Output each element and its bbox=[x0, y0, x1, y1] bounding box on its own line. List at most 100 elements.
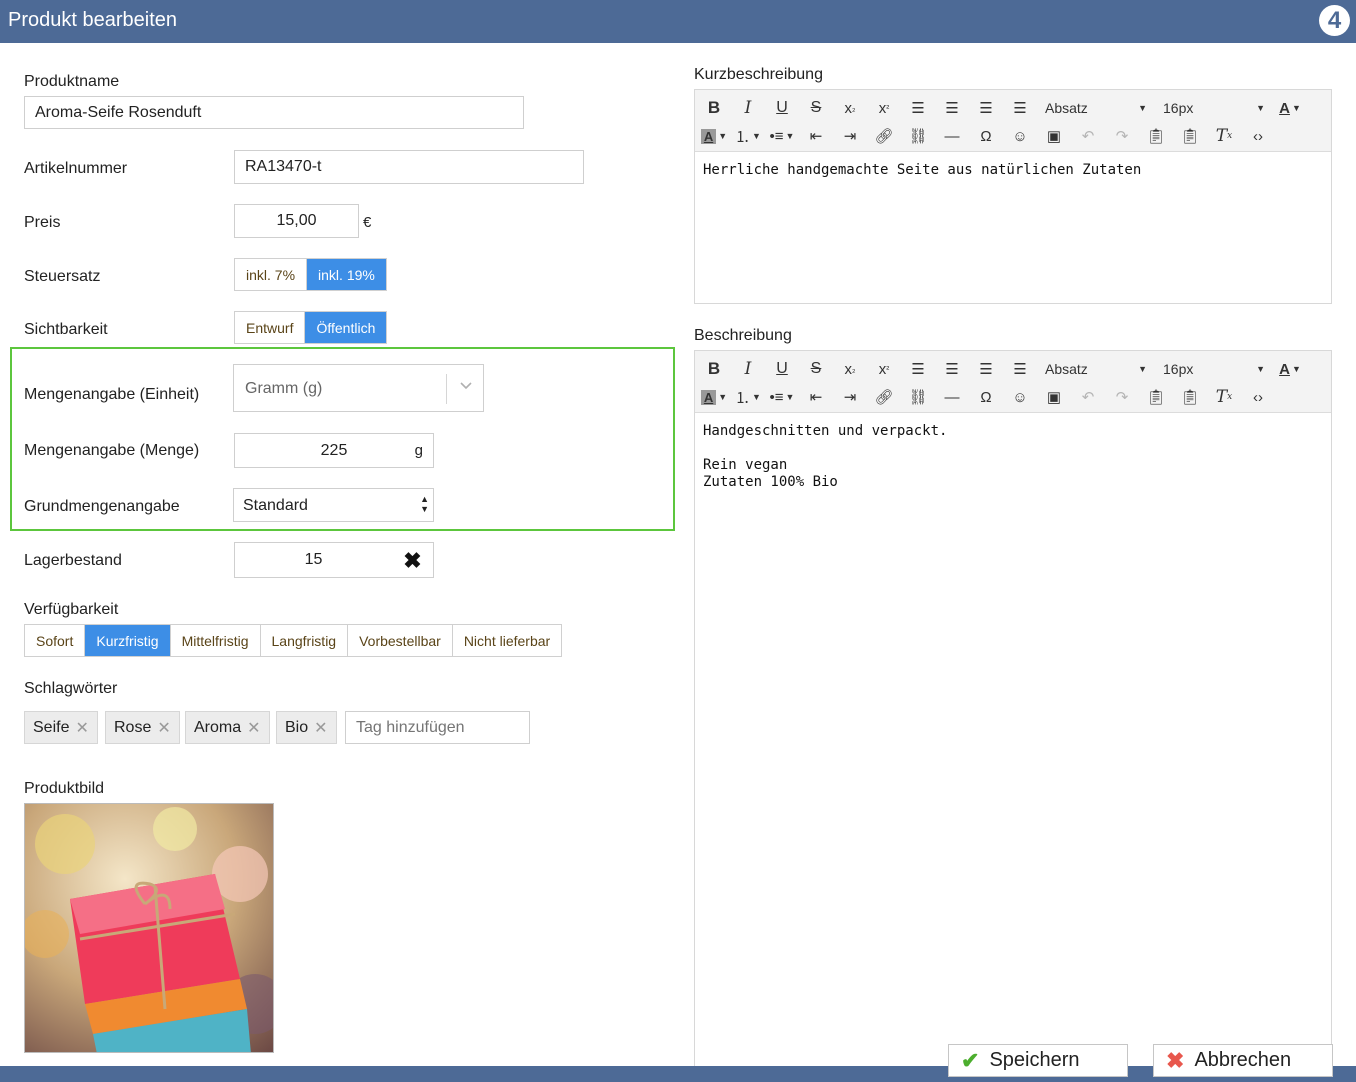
editor-line: Rein vegan bbox=[703, 457, 788, 473]
align-left-icon[interactable]: ☰ bbox=[901, 95, 935, 121]
source-code-icon[interactable]: ‹› bbox=[1241, 384, 1275, 410]
background-color-icon[interactable]: A ▼ bbox=[697, 123, 731, 149]
tag-remove-icon[interactable]: ✕ bbox=[75, 718, 88, 738]
align-right-icon[interactable]: ☰ bbox=[969, 95, 1003, 121]
image-icon[interactable]: ▣ bbox=[1037, 123, 1071, 149]
format-select[interactable]: Absatz ▼ bbox=[1037, 95, 1155, 121]
paste-text-icon[interactable]: 📋︎ bbox=[1173, 384, 1207, 410]
image-icon[interactable]: ▣ bbox=[1037, 384, 1071, 410]
chevron-down-icon[interactable] bbox=[459, 378, 473, 395]
text-color-icon[interactable]: A ▼ bbox=[1273, 356, 1307, 382]
bullet-list-icon[interactable]: •≡ ▼ bbox=[765, 123, 799, 149]
subscript-icon[interactable]: x₂ bbox=[833, 356, 867, 382]
product-image[interactable] bbox=[24, 803, 274, 1053]
verfuegbarkeit-option-kurzfristig[interactable]: Kurzfristig bbox=[85, 625, 171, 656]
tag-remove-icon[interactable]: ✕ bbox=[247, 718, 260, 738]
preis-input[interactable]: 15,00 bbox=[234, 204, 359, 238]
align-justify-icon[interactable]: ☰ bbox=[1003, 95, 1037, 121]
mengenangabe-einheit-dropdown[interactable]: Gramm (g) bbox=[233, 364, 484, 412]
mengenangabe-menge-unit: g bbox=[414, 442, 423, 459]
tag-chip: Bio ✕ bbox=[276, 711, 337, 744]
mengenangabe-menge-input[interactable]: 225 g bbox=[234, 433, 434, 468]
cancel-button[interactable]: ✖ Abbrechen bbox=[1153, 1044, 1333, 1077]
steuersatz-option-19[interactable]: inkl. 19% bbox=[307, 259, 386, 290]
lagerbestand-input[interactable]: 15 bbox=[234, 542, 393, 578]
clear-formatting-icon[interactable]: Tx bbox=[1207, 123, 1241, 149]
kurzbeschreibung-content[interactable]: Herrliche handgemachte Seite aus natürli… bbox=[695, 152, 1331, 189]
redo-icon[interactable]: ↷ bbox=[1105, 123, 1139, 149]
align-left-icon[interactable]: ☰ bbox=[901, 356, 935, 382]
outdent-icon[interactable]: ⇤ bbox=[799, 384, 833, 410]
tag-remove-icon[interactable]: ✕ bbox=[157, 718, 170, 738]
redo-icon[interactable]: ↷ bbox=[1105, 384, 1139, 410]
emoticon-icon[interactable]: ☺ bbox=[1003, 123, 1037, 149]
clear-formatting-icon[interactable]: Tx bbox=[1207, 384, 1241, 410]
tag-chip: Aroma ✕ bbox=[185, 711, 270, 744]
horizontal-rule-icon[interactable]: — bbox=[935, 123, 969, 149]
font-size-select[interactable]: 16px ▼ bbox=[1155, 95, 1273, 121]
superscript-icon[interactable]: x² bbox=[867, 356, 901, 382]
link-icon[interactable]: 🔗︎ bbox=[867, 123, 901, 149]
sichtbarkeit-option-entwurf[interactable]: Entwurf bbox=[235, 312, 306, 343]
steuersatz-option-7[interactable]: inkl. 7% bbox=[235, 259, 308, 290]
clear-icon[interactable]: ✖ bbox=[392, 542, 434, 578]
tag-remove-icon[interactable]: ✕ bbox=[314, 718, 327, 738]
numbered-list-icon[interactable]: ⒈ ▼ bbox=[731, 384, 765, 410]
strikethrough-icon[interactable]: S bbox=[799, 356, 833, 382]
font-size-select[interactable]: 16px ▼ bbox=[1155, 356, 1273, 382]
indent-icon[interactable]: ⇥ bbox=[833, 123, 867, 149]
link-icon[interactable]: 🔗︎ bbox=[867, 384, 901, 410]
bullet-list-icon[interactable]: •≡ ▼ bbox=[765, 384, 799, 410]
paste-icon[interactable]: 📋︎ bbox=[1139, 384, 1173, 410]
text-color-icon[interactable]: A ▼ bbox=[1273, 95, 1307, 121]
save-button[interactable]: ✔ Speichern bbox=[948, 1044, 1128, 1077]
special-character-icon[interactable]: Ω bbox=[969, 123, 1003, 149]
bold-icon[interactable]: B bbox=[697, 95, 731, 121]
unlink-icon[interactable]: ⛓︎ bbox=[901, 384, 935, 410]
background-color-icon[interactable]: A ▼ bbox=[697, 384, 731, 410]
beschreibung-content[interactable]: Handgeschnitten und verpackt. Rein vegan… bbox=[695, 413, 1331, 501]
underline-icon[interactable]: U bbox=[765, 356, 799, 382]
underline-icon[interactable]: U bbox=[765, 95, 799, 121]
subscript-icon[interactable]: x₂ bbox=[833, 95, 867, 121]
verfuegbarkeit-option-mittelfristig[interactable]: Mittelfristig bbox=[171, 625, 261, 656]
editor-line bbox=[703, 440, 1323, 457]
tag-label: Rose bbox=[114, 718, 152, 736]
sichtbarkeit-label: Sichtbarkeit bbox=[24, 321, 108, 338]
align-justify-icon[interactable]: ☰ bbox=[1003, 356, 1037, 382]
editor-line: Zutaten 100% Bio bbox=[703, 474, 838, 490]
undo-icon[interactable]: ↶ bbox=[1071, 123, 1105, 149]
undo-icon[interactable]: ↶ bbox=[1071, 384, 1105, 410]
sichtbarkeit-option-oeffentlich[interactable]: Öffentlich bbox=[305, 312, 387, 343]
horizontal-rule-icon[interactable]: — bbox=[935, 384, 969, 410]
verfuegbarkeit-option-sofort[interactable]: Sofort bbox=[25, 625, 86, 656]
save-button-label: Speichern bbox=[989, 1049, 1080, 1071]
strikethrough-icon[interactable]: S bbox=[799, 95, 833, 121]
align-center-icon[interactable]: ☰ bbox=[935, 95, 969, 121]
source-code-icon[interactable]: ‹› bbox=[1241, 123, 1275, 149]
tag-add-input[interactable] bbox=[345, 711, 530, 744]
superscript-icon[interactable]: x² bbox=[867, 95, 901, 121]
format-select[interactable]: Absatz ▼ bbox=[1037, 356, 1155, 382]
grundmengenangabe-select[interactable]: Standard ▲ ▼ bbox=[233, 488, 434, 522]
align-center-icon[interactable]: ☰ bbox=[935, 356, 969, 382]
numbered-list-icon[interactable]: ⒈ ▼ bbox=[731, 123, 765, 149]
bold-icon[interactable]: B bbox=[697, 356, 731, 382]
tag-label: Seife bbox=[33, 718, 70, 736]
outdent-icon[interactable]: ⇤ bbox=[799, 123, 833, 149]
verfuegbarkeit-option-vorbestellbar[interactable]: Vorbestellbar bbox=[348, 625, 453, 656]
special-character-icon[interactable]: Ω bbox=[969, 384, 1003, 410]
italic-icon[interactable]: I bbox=[731, 95, 765, 121]
artikelnummer-input[interactable]: RA13470-t bbox=[234, 150, 584, 184]
italic-icon[interactable]: I bbox=[731, 356, 765, 382]
produktname-input[interactable]: Aroma-Seife Rosenduft bbox=[24, 96, 524, 129]
unlink-icon[interactable]: ⛓︎ bbox=[901, 123, 935, 149]
align-right-icon[interactable]: ☰ bbox=[969, 356, 1003, 382]
emoticon-icon[interactable]: ☺ bbox=[1003, 384, 1037, 410]
paste-icon[interactable]: 📋︎ bbox=[1139, 123, 1173, 149]
verfuegbarkeit-option-langfristig[interactable]: Langfristig bbox=[261, 625, 349, 656]
paste-text-icon[interactable]: 📋︎ bbox=[1173, 123, 1207, 149]
indent-icon[interactable]: ⇥ bbox=[833, 384, 867, 410]
verfuegbarkeit-option-nicht-lieferbar[interactable]: Nicht lieferbar bbox=[453, 625, 561, 656]
kurzbeschreibung-label: Kurzbeschreibung bbox=[694, 66, 823, 83]
